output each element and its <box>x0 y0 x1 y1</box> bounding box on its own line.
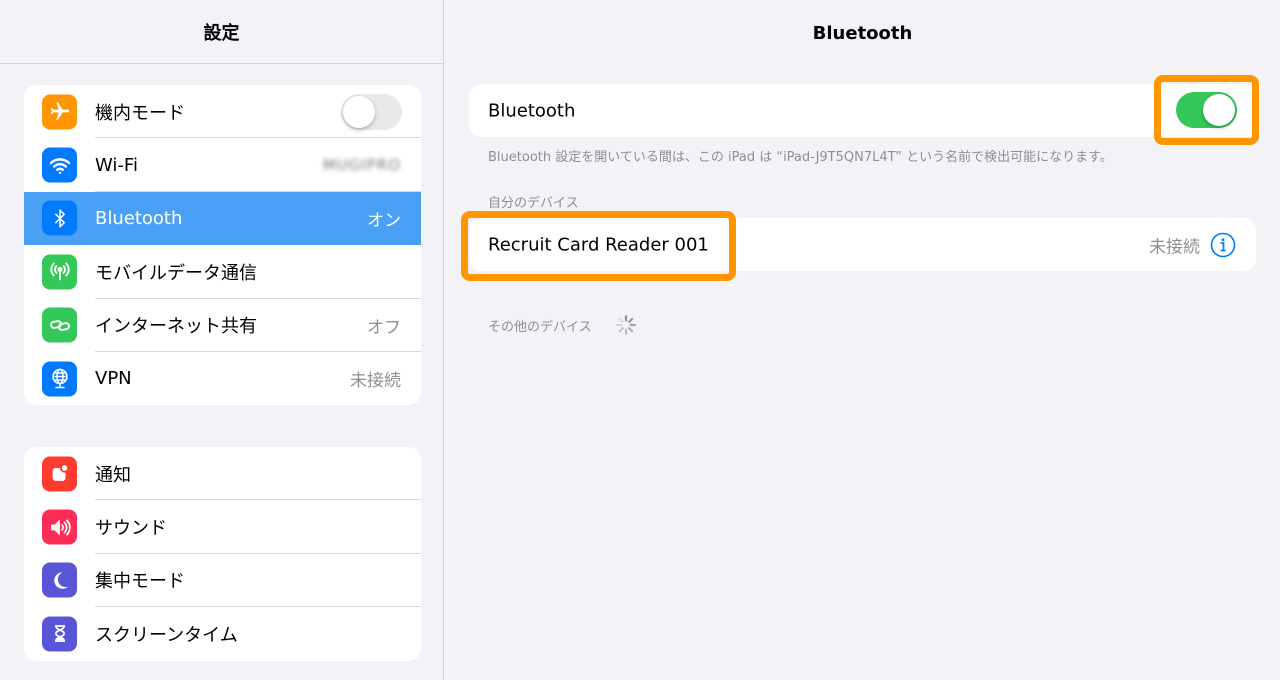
sidebar-item-label: インターネット共有 <box>95 316 257 338</box>
sidebar-item-personal-hotspot[interactable]: インターネット共有 オフ <box>24 299 421 352</box>
globe-icon <box>42 361 77 397</box>
sidebar-item-sounds[interactable]: サウンド <box>24 500 421 554</box>
vpn-status-value: 未接続 <box>350 371 401 392</box>
sidebar-item-label: Wi-Fi <box>95 154 138 176</box>
bluetooth-toggle-label: Bluetooth <box>488 100 576 121</box>
link-icon <box>42 307 77 343</box>
sidebar-item-label: 機内モード <box>95 102 185 124</box>
sidebar-item-airplane-mode[interactable]: 機内モード <box>24 85 421 139</box>
sidebar-group-connectivity: 機内モード Wi-Fi MUGIPRO Bluetooth オン モバイルデータ… <box>24 85 421 406</box>
other-devices-header: その他のデバイス <box>488 320 592 335</box>
bluetooth-detail-pane: Bluetooth Bluetooth Bluetooth 設定を開いている間は… <box>445 0 1280 680</box>
wifi-icon <box>42 147 77 183</box>
sidebar-group-notifications: 通知 サウンド 集中モード スクリーンタイム <box>24 447 421 661</box>
sidebar-item-mobile-data[interactable]: モバイルデータ通信 <box>24 245 421 299</box>
sidebar-item-label: サウンド <box>95 518 167 540</box>
wifi-network-name: MUGIPRO <box>322 156 401 175</box>
settings-sidebar: 設定 機内モード Wi-Fi MUGIPRO Bluetooth オン モバイル… <box>0 0 444 680</box>
hotspot-status-value: オフ <box>367 317 401 338</box>
sidebar-item-wifi[interactable]: Wi-Fi MUGIPRO <box>24 138 421 192</box>
antenna-icon <box>42 254 77 290</box>
sidebar-item-bluetooth[interactable]: Bluetooth オン <box>24 191 421 246</box>
bluetooth-toggle-row: Bluetooth <box>469 84 1256 137</box>
sidebar-item-notifications[interactable]: 通知 <box>24 447 421 501</box>
sidebar-item-vpn[interactable]: VPN 未接続 <box>24 352 421 405</box>
notification-icon <box>42 456 77 492</box>
discoverable-footnote: Bluetooth 設定を開いている間は、この iPad は “iPad-J9T… <box>488 150 1113 165</box>
device-status: 未接続 <box>1149 237 1200 257</box>
airplane-mode-toggle[interactable] <box>341 94 402 130</box>
device-name: Recruit Card Reader 001 <box>488 234 709 255</box>
bluetooth-icon <box>42 200 77 236</box>
bluetooth-status-value: オン <box>367 210 401 231</box>
sidebar-item-label: モバイルデータ通信 <box>95 262 257 284</box>
sidebar-item-label: 通知 <box>95 464 131 486</box>
sidebar-item-label: 集中モード <box>95 571 185 593</box>
sidebar-title: 設定 <box>0 0 443 64</box>
bluetooth-toggle[interactable] <box>1176 92 1237 128</box>
info-icon[interactable] <box>1210 232 1236 258</box>
airplane-icon <box>42 94 77 130</box>
device-row[interactable]: Recruit Card Reader 001 未接続 <box>469 218 1256 271</box>
sidebar-item-screen-time[interactable]: スクリーンタイム <box>24 607 421 660</box>
sidebar-item-label: Bluetooth <box>95 207 183 229</box>
sidebar-item-label: スクリーンタイム <box>95 624 238 646</box>
sidebar-item-focus[interactable]: 集中モード <box>24 554 421 608</box>
loading-spinner-icon <box>616 315 636 335</box>
my-devices-header: 自分のデバイス <box>488 196 579 211</box>
speaker-icon <box>42 509 77 545</box>
hourglass-icon <box>42 616 77 652</box>
page-title: Bluetooth <box>812 22 913 44</box>
moon-icon <box>42 562 77 598</box>
sidebar-item-label: VPN <box>95 368 132 390</box>
